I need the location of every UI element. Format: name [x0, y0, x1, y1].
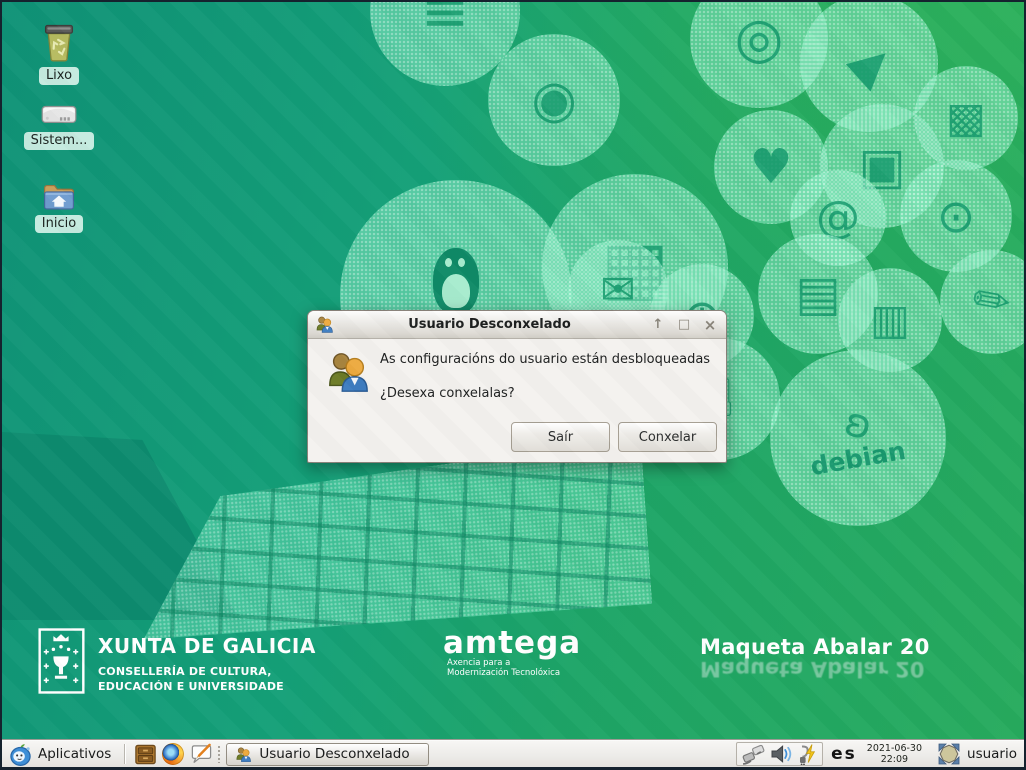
- file-cabinet-icon: [134, 743, 157, 766]
- desktop-icon-trash[interactable]: Lixo: [20, 22, 98, 85]
- dialog-message-primary: As configuracións do usuario están desbl…: [380, 352, 710, 367]
- abalar-mascot-icon: [9, 743, 32, 766]
- users-icon: [235, 746, 252, 763]
- notification-area: [736, 742, 823, 766]
- close-window-button[interactable]: ×: [701, 316, 719, 334]
- wallpaper-linux-circle: Linux: [340, 180, 572, 412]
- clock-time: 22:09: [867, 754, 922, 765]
- users-dialog-icon: [325, 349, 371, 395]
- messenger-launcher[interactable]: [188, 742, 214, 766]
- wallpaper-icon-location-pin: ⊙: [900, 160, 1012, 272]
- xunta-title: XUNTA DE GALICIA: [98, 634, 316, 658]
- desktop-icon-label: Lixo: [39, 67, 79, 85]
- taskbar: Aplicativos Usuario Desconxelado es 2021…: [2, 740, 1024, 767]
- file-manager-launcher[interactable]: [132, 742, 158, 766]
- shade-window-button[interactable]: ↑: [649, 316, 667, 334]
- wallpaper-icon-at-sign: @: [790, 170, 886, 266]
- hard-drive-icon: [40, 100, 78, 128]
- dialog-usuario-desconxelado: Usuario Desconxelado ↑ □ × As configurac…: [307, 310, 727, 463]
- power-manager-icon[interactable]: [797, 743, 817, 765]
- wallpaper-icon-cursor: ▶: [800, 0, 938, 132]
- keyboard-layout-indicator[interactable]: es: [831, 744, 857, 764]
- wallpaper-icon-whiteboard: ▤: [758, 234, 878, 354]
- user-name-label: usuario: [967, 746, 1017, 762]
- wallpaper-icon-monitor: ▣: [820, 104, 944, 228]
- users-icon: [315, 315, 334, 334]
- wallpaper-icon-thumbs-up: ☝: [658, 338, 780, 460]
- maqueta-abalar-label: Maqueta Abalar 20 Maqueta Abalar 20: [700, 635, 930, 681]
- wallpaper-laptop-keyboard: [132, 436, 652, 639]
- chat-pencil-icon: [189, 743, 213, 766]
- applications-menu-button[interactable]: Aplicativos: [5, 742, 118, 767]
- wallpaper-icon-pencil: ✎: [940, 250, 1026, 354]
- conxelar-button[interactable]: Conxelar: [618, 422, 717, 452]
- dialog-message-secondary: ¿Desexa conxelalas?: [380, 386, 515, 401]
- desktop-icon-home[interactable]: Inicio: [20, 180, 98, 233]
- taskbar-separator: [124, 744, 125, 764]
- wallpaper-icon-envelope: ✉: [568, 240, 668, 340]
- sair-button[interactable]: Saír: [511, 422, 610, 452]
- wallpaper-icon-grid: ▩: [914, 66, 1018, 170]
- desktop-icon-label: Sistem...: [24, 132, 95, 150]
- maqueta-text-reflection: Maqueta Abalar 20: [700, 657, 930, 681]
- dialog-title: Usuario Desconxelado: [334, 317, 645, 332]
- taskbar-window-label: Usuario Desconxelado: [259, 746, 409, 762]
- maqueta-text: Maqueta Abalar 20: [700, 635, 930, 659]
- amtega-wordmark: amtega: [443, 628, 581, 658]
- maximize-window-button[interactable]: □: [675, 316, 693, 334]
- applications-menu-label: Aplicativos: [38, 746, 111, 762]
- tux-penguin-icon: [433, 248, 479, 314]
- volume-icon[interactable]: [770, 743, 792, 765]
- trash-icon: [41, 22, 77, 63]
- wallpaper-debian-circle: ʚ debian: [770, 350, 946, 526]
- wallpaper-icon-compass: ◉: [488, 34, 620, 166]
- firefox-launcher[interactable]: [160, 742, 186, 766]
- xunta-subtitle-line2: EDUCACIÓN E UNIVERSIDADE: [98, 680, 316, 693]
- desktop-icon-system[interactable]: Sistem...: [20, 100, 98, 150]
- amtega-tagline-line2: Modernización Tecnolóxica: [447, 668, 581, 678]
- wallpaper-icon-calendar: ▦: [542, 174, 728, 360]
- wallpaper-icon-magnifier: ◎: [690, 0, 828, 108]
- taskbar-window-button[interactable]: Usuario Desconxelado: [226, 743, 429, 766]
- wallpaper-laptop-screen: [2, 420, 272, 620]
- wallpaper-linux-label: Linux: [412, 308, 500, 349]
- wallpaper-icon-menu-lines: ≡: [370, 0, 520, 86]
- wallpaper-icon-heart: ♥: [714, 110, 828, 224]
- window-list-drag-handle[interactable]: [217, 745, 222, 763]
- wallpaper-icon-clipboard: ▥: [838, 268, 942, 372]
- amtega-logo: amtega Axencia para a Modernización Tecn…: [443, 628, 581, 678]
- user-switcher[interactable]: usuario: [934, 743, 1021, 765]
- user-avatar-icon: [938, 743, 960, 765]
- clock-applet[interactable]: 2021-06-30 22:09: [867, 743, 922, 765]
- desktop-screen: ≡ ◉ ◎ ▶ ♥ ▣ @ ⊙ ▩ ▦ ✉ ⊕ ▤ ▥ ☝ ✎ Linux ʚ …: [0, 0, 1026, 770]
- xunta-de-galicia-logo: XUNTA DE GALICIA CONSELLERÍA DE CULTURA,…: [38, 628, 316, 695]
- desktop-icon-label: Inicio: [35, 215, 83, 233]
- home-folder-icon: [41, 180, 77, 211]
- wallpaper-debian-label: debian: [808, 435, 908, 480]
- firefox-icon: [162, 743, 184, 765]
- xunta-subtitle-line1: CONSELLERÍA DE CULTURA,: [98, 665, 316, 678]
- desktop-wallpaper: ≡ ◉ ◎ ▶ ♥ ▣ @ ⊙ ▩ ▦ ✉ ⊕ ▤ ▥ ☝ ✎ Linux ʚ …: [2, 2, 1024, 740]
- clock-date: 2021-06-30: [867, 743, 922, 754]
- galicia-shield-icon: [38, 628, 85, 695]
- network-icon[interactable]: [742, 743, 765, 766]
- amtega-tagline-line1: Axencia para a: [447, 658, 581, 668]
- dialog-titlebar[interactable]: Usuario Desconxelado ↑ □ ×: [308, 311, 726, 339]
- wallpaper-icon-globe: ⊕: [650, 264, 754, 368]
